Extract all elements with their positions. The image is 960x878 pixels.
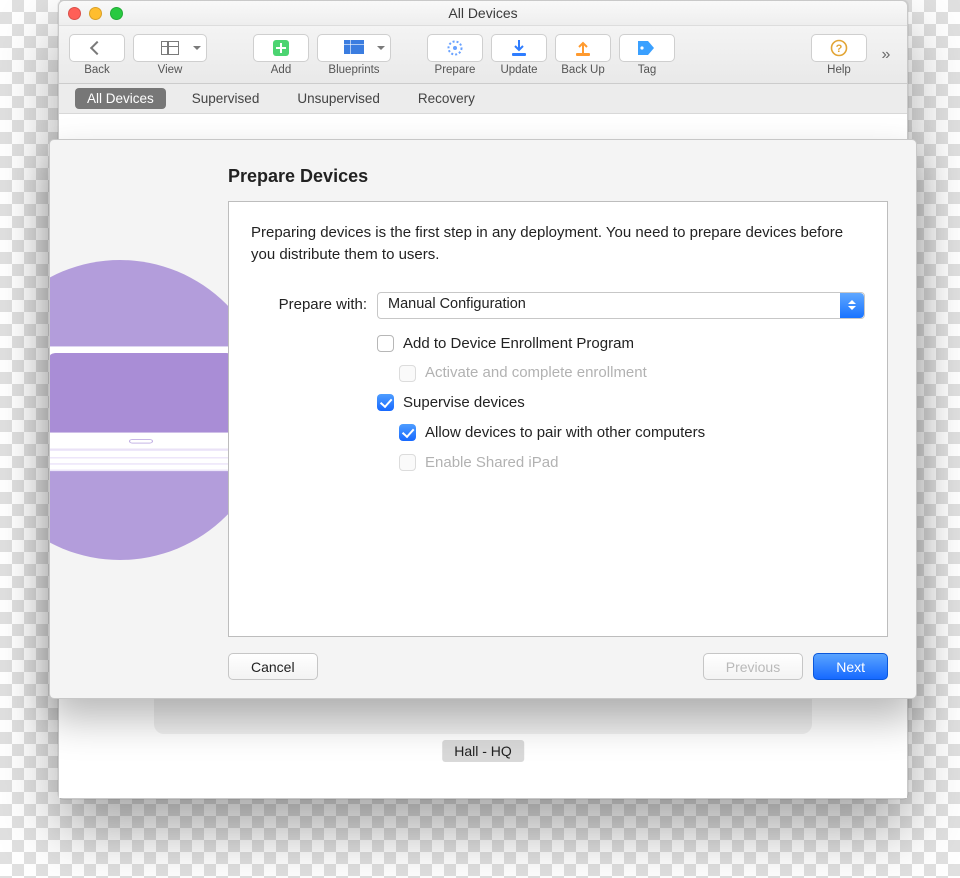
toolbar-label: Update bbox=[500, 64, 537, 76]
minimize-icon[interactable] bbox=[89, 7, 102, 20]
checkbox-add-dep[interactable]: Add to Device Enrollment Program bbox=[377, 333, 865, 355]
upload-icon bbox=[575, 39, 591, 57]
titlebar: All Devices bbox=[59, 1, 907, 26]
toolbar-label: Back bbox=[84, 64, 110, 76]
checkbox-activate: Activate and complete enrollment bbox=[399, 362, 865, 384]
toolbar-back[interactable]: Back bbox=[69, 34, 125, 76]
cancel-button[interactable]: Cancel bbox=[228, 653, 318, 680]
toolbar-label: Help bbox=[827, 64, 851, 76]
scope-recovery[interactable]: Recovery bbox=[406, 88, 487, 109]
scope-bar: All Devices Supervised Unsupervised Reco… bbox=[59, 84, 907, 114]
zoom-icon[interactable] bbox=[110, 7, 123, 20]
toolbar-prepare[interactable]: Prepare bbox=[427, 34, 483, 76]
next-button[interactable]: Next bbox=[813, 653, 888, 680]
toolbar: Back View Add Blueprints Prepare Update … bbox=[59, 26, 907, 84]
prepare-with-select[interactable]: Manual Configuration bbox=[377, 292, 865, 319]
download-icon bbox=[511, 39, 527, 57]
previous-button: Previous bbox=[703, 653, 803, 680]
window-controls bbox=[68, 7, 123, 20]
scope-unsupervised[interactable]: Unsupervised bbox=[285, 88, 392, 109]
sheet-graphic bbox=[50, 140, 228, 698]
scope-all-devices[interactable]: All Devices bbox=[75, 88, 166, 109]
stepper-icon bbox=[840, 293, 864, 318]
button-bar: Cancel Previous Next bbox=[228, 653, 888, 680]
prepare-with-label: Prepare with: bbox=[251, 294, 367, 316]
toolbar-backup[interactable]: Back Up bbox=[555, 34, 611, 76]
prepare-sheet: Prepare Devices Preparing devices is the… bbox=[49, 139, 917, 699]
sheet-title: Prepare Devices bbox=[228, 166, 888, 187]
window-title: All Devices bbox=[448, 5, 517, 21]
toolbar-blueprints[interactable]: Blueprints bbox=[317, 34, 391, 76]
chevron-left-icon bbox=[90, 40, 104, 54]
toolbar-add[interactable]: Add bbox=[253, 34, 309, 76]
toolbar-label: Back Up bbox=[561, 64, 604, 76]
toolbar-label: Add bbox=[271, 64, 291, 76]
toolbar-label: Tag bbox=[638, 64, 657, 76]
toolbar-label: Blueprints bbox=[328, 64, 379, 76]
svg-text:?: ? bbox=[836, 43, 843, 55]
gear-icon bbox=[446, 39, 464, 57]
toolbar-tag[interactable]: Tag bbox=[619, 34, 675, 76]
checkbox-supervise[interactable]: Supervise devices bbox=[377, 392, 865, 414]
checkbox-shared-ipad: Enable Shared iPad bbox=[399, 452, 865, 474]
toolbar-update[interactable]: Update bbox=[491, 34, 547, 76]
checkbox-label: Enable Shared iPad bbox=[425, 452, 558, 474]
scope-supervised[interactable]: Supervised bbox=[180, 88, 272, 109]
checkbox-label: Activate and complete enrollment bbox=[425, 362, 647, 384]
grid-icon bbox=[161, 41, 179, 55]
blueprint-icon bbox=[344, 40, 364, 56]
select-value: Manual Configuration bbox=[388, 294, 526, 315]
toolbar-help[interactable]: ? Help bbox=[811, 34, 867, 76]
plus-icon bbox=[272, 39, 290, 57]
help-icon: ? bbox=[830, 39, 848, 57]
toolbar-overflow[interactable]: » bbox=[875, 46, 897, 64]
checkbox-allow-pair[interactable]: Allow devices to pair with other compute… bbox=[399, 422, 865, 444]
close-icon[interactable] bbox=[68, 7, 81, 20]
toolbar-label: View bbox=[158, 64, 183, 76]
chevron-down-icon bbox=[377, 46, 385, 54]
checkbox-label: Supervise devices bbox=[403, 392, 525, 414]
ipad-stack-icon bbox=[50, 346, 228, 449]
tag-icon bbox=[637, 40, 657, 56]
device-name-label[interactable]: Hall - HQ bbox=[442, 740, 524, 762]
configurator-window: All Devices Back View Add Blueprints Pre… bbox=[58, 0, 908, 799]
toolbar-label: Prepare bbox=[435, 64, 476, 76]
checkbox-label: Allow devices to pair with other compute… bbox=[425, 422, 705, 444]
chevron-down-icon bbox=[193, 46, 201, 54]
toolbar-view[interactable]: View bbox=[133, 34, 207, 76]
sheet-panel: Preparing devices is the first step in a… bbox=[228, 201, 888, 637]
checkbox-label: Add to Device Enrollment Program bbox=[403, 333, 634, 355]
sheet-description: Preparing devices is the first step in a… bbox=[251, 222, 865, 266]
